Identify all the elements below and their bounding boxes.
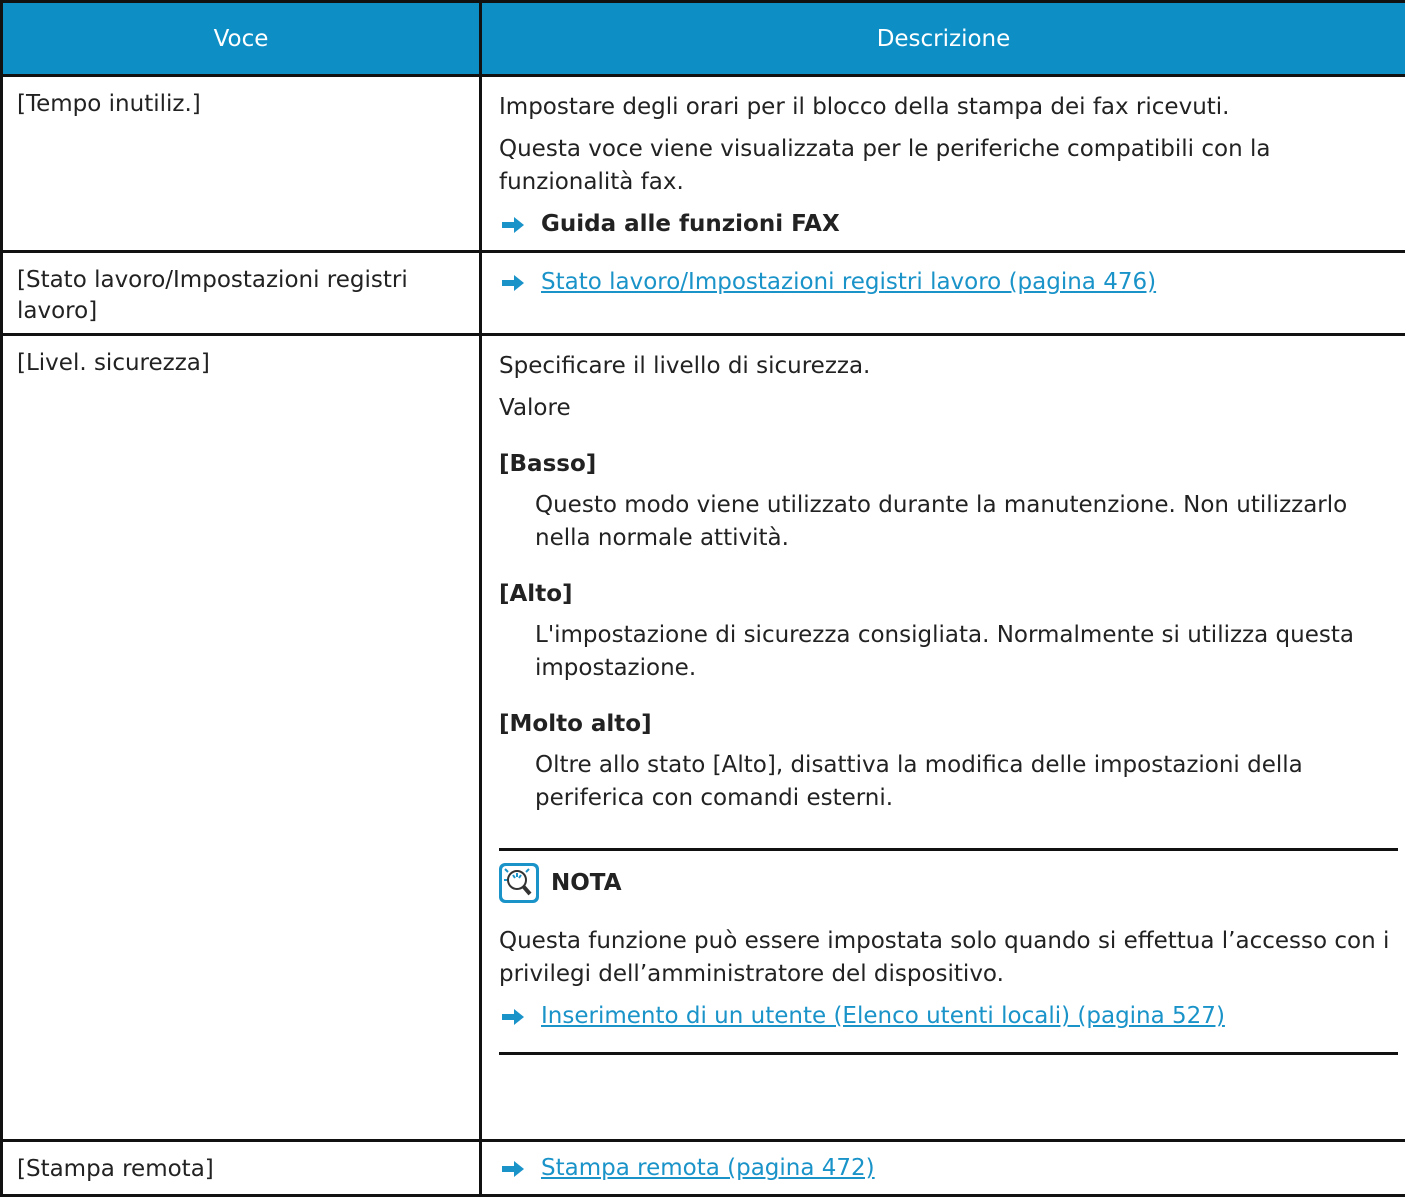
option-label-molto-alto: [Molto alto] [499, 708, 1398, 741]
option-label-alto: [Alto] [499, 578, 1398, 611]
reference-text: Guida alle funzioni FAX [541, 208, 840, 241]
item-label: [Livel. sicurezza] [17, 350, 210, 376]
note-box: NOTA Questa funzione può essere impostat… [499, 848, 1398, 1055]
item-label: [Stato lavoro/Impostazioni registri lavo… [17, 267, 408, 324]
note-header: NOTA [499, 863, 1398, 903]
arrow-right-icon [502, 208, 524, 241]
option-description: L'impostazione di sicurezza consigliata.… [535, 619, 1398, 685]
reference-line: Stampa remota (pagina 472) [499, 1152, 1397, 1185]
table-header-row: Voce Descrizione [2, 2, 1405, 76]
reference-line: Stato lavoro/Impostazioni registri lavor… [499, 266, 1397, 299]
option-description: Oltre allo stato [Alto], disattiva la mo… [535, 749, 1398, 815]
description-text: Questa voce viene visualizzata per le pe… [499, 133, 1397, 199]
arrow-right-icon [502, 1000, 524, 1033]
header-voce: Voce [2, 2, 481, 76]
description-text: Valore [499, 392, 1398, 425]
header-descrizione: Descrizione [481, 2, 1405, 76]
link-remote-print[interactable]: Stampa remota (pagina 472) [541, 1152, 875, 1185]
item-label: [Stampa remota] [17, 1156, 214, 1182]
link-job-status-settings[interactable]: Stato lavoro/Impostazioni registri lavor… [541, 266, 1156, 299]
option-label-basso: [Basso] [499, 448, 1398, 481]
arrow-right-icon [502, 266, 524, 299]
description-cell: Stampa remota (pagina 472) [481, 1141, 1405, 1196]
note-text: Questa funzione può essere impostata sol… [499, 925, 1398, 991]
arrow-right-icon [502, 1152, 524, 1185]
lightbulb-icon [499, 863, 539, 903]
description-cell: Specificare il livello di sicurezza. Val… [481, 335, 1405, 1141]
option-description: Questo modo viene utilizzato durante la … [535, 489, 1398, 555]
reference-line: Guida alle funzioni FAX [499, 208, 1397, 241]
table-row: [Livel. sicurezza] Specificare il livell… [2, 335, 1405, 1141]
description-text: Specificare il livello di sicurezza. [499, 350, 1398, 383]
table-row: [Tempo inutiliz.] Impostare degli orari … [2, 76, 1405, 252]
description-cell: Stato lavoro/Impostazioni registri lavor… [481, 252, 1405, 335]
description-text: Impostare degli orari per il blocco dell… [499, 91, 1397, 124]
link-add-user[interactable]: Inserimento di un utente (Elenco utenti … [541, 1000, 1225, 1033]
item-cell: [Livel. sicurezza] [2, 335, 481, 1141]
note-title: NOTA [551, 867, 622, 900]
description-cell: Impostare degli orari per il blocco dell… [481, 76, 1405, 252]
item-cell: [Stato lavoro/Impostazioni registri lavo… [2, 252, 481, 335]
item-cell: [Tempo inutiliz.] [2, 76, 481, 252]
settings-table: Voce Descrizione [Tempo inutiliz.] Impos… [0, 0, 1405, 1197]
table-row: [Stato lavoro/Impostazioni registri lavo… [2, 252, 1405, 335]
item-label: [Tempo inutiliz.] [17, 91, 201, 117]
item-cell: [Stampa remota] [2, 1141, 481, 1196]
reference-line: Inserimento di un utente (Elenco utenti … [499, 1000, 1398, 1033]
table-row: [Stampa remota] Stampa remota (pagina 47… [2, 1141, 1405, 1196]
